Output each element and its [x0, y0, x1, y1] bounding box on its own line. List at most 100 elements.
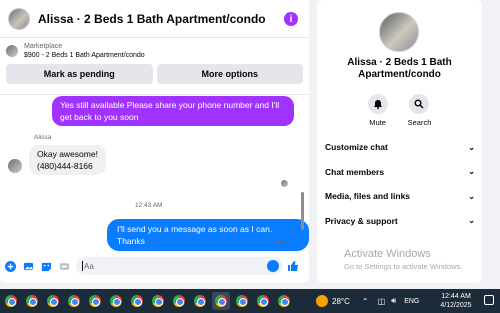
- add-icon[interactable]: [4, 260, 16, 272]
- quick-actions: Mute Search: [317, 94, 482, 127]
- chrome-icon: [89, 295, 101, 307]
- menu-item-label: Media, files and links: [325, 191, 411, 202]
- more-options-button[interactable]: More options: [156, 64, 303, 84]
- marketplace-label: Marketplace: [24, 43, 63, 50]
- mark-as-pending-button[interactable]: Mark as pending: [6, 64, 153, 84]
- chevron-up-icon[interactable]: ⌃: [362, 297, 369, 306]
- outgoing-message[interactable]: I'll send you a message as soon as I can…: [107, 219, 309, 251]
- seen-avatar: [281, 180, 288, 187]
- conversation-name: Alissa · 2 Beds 1 Bath Apartment/condo: [317, 57, 482, 81]
- taskbar-app-button[interactable]: [254, 292, 272, 310]
- message-list: Yes still available Please share your ph…: [0, 96, 309, 253]
- info-icon[interactable]: i: [284, 12, 298, 26]
- activate-windows-watermark: Activate Windows Go to Settings to activ…: [344, 248, 462, 271]
- clock-date: 4/12/2025: [440, 302, 472, 309]
- incoming-message[interactable]: Okay awesome! (480)444-8166: [29, 145, 106, 175]
- chat-panel: Alissa · 2 Beds 1 Bath Apartment/condo i…: [0, 0, 309, 283]
- taskbar-app-button[interactable]: [212, 292, 230, 310]
- chrome-icon: [26, 295, 38, 307]
- taskbar-app-button[interactable]: [86, 292, 104, 310]
- chrome-icon: [236, 295, 248, 307]
- chrome-icon: [5, 295, 17, 307]
- incoming-message-line: Okay awesome!: [37, 149, 98, 159]
- taskbar-app-button[interactable]: [233, 292, 251, 310]
- listing-thumbnail[interactable]: [6, 45, 18, 57]
- sender-avatar[interactable]: [8, 159, 22, 173]
- chrome-icon: [110, 295, 122, 307]
- chrome-icon: [68, 295, 80, 307]
- chrome-icon: [194, 295, 206, 307]
- menu-item-label: Privacy & support: [325, 215, 398, 226]
- search-icon: [409, 94, 430, 114]
- chat-header: Alissa · 2 Beds 1 Bath Apartment/condo: [0, 0, 309, 38]
- taskbar-app-button[interactable]: [65, 292, 83, 310]
- sticker-icon[interactable]: [40, 260, 52, 272]
- marketplace-banner: Marketplace $900 - 2 Beds 1 Bath Apartme…: [0, 38, 309, 95]
- emoji-icon[interactable]: [267, 260, 279, 272]
- incoming-message-line: (480)444-8166: [37, 161, 93, 171]
- watermark-title: Activate Windows: [344, 248, 431, 260]
- menu-item-label: Customize chat: [325, 142, 388, 153]
- chrome-icon: [47, 295, 59, 307]
- chrome-icon: [215, 295, 227, 307]
- menu-item-chat-members[interactable]: Chat members ⌄: [325, 160, 475, 185]
- clock[interactable]: 12:44 AM 4/12/2025: [434, 292, 478, 310]
- temperature[interactable]: 28°C: [332, 297, 350, 306]
- message-composer: Aa: [0, 254, 309, 278]
- menu-item-media-files-links[interactable]: Media, files and links ⌄: [325, 184, 475, 209]
- menu-item-privacy-support[interactable]: Privacy & support ⌄: [325, 209, 475, 234]
- chrome-icon: [257, 295, 269, 307]
- info-menu: Customize chat ⌄ Chat members ⌄ Media, f…: [325, 135, 475, 233]
- chevron-down-icon: ⌄: [468, 216, 475, 226]
- chevron-down-icon: ⌄: [468, 191, 475, 201]
- conversation-name-line: Apartment/condo: [358, 69, 441, 80]
- network-icon[interactable]: ◫: [378, 297, 386, 306]
- message-timestamp: 12:43 AM: [135, 202, 163, 209]
- chrome-icon: [131, 295, 143, 307]
- chevron-down-icon: ⌄: [468, 167, 475, 177]
- chrome-icon: [278, 295, 290, 307]
- clock-time: 12:44 AM: [441, 293, 471, 300]
- menu-item-label: Chat members: [325, 166, 385, 177]
- notification-icon[interactable]: [484, 295, 494, 305]
- chrome-icon: [173, 295, 185, 307]
- taskbar-app-button[interactable]: [107, 292, 125, 310]
- taskbar-app-button[interactable]: [44, 292, 62, 310]
- sender-name: Alissa: [34, 134, 52, 141]
- photo-icon[interactable]: [22, 260, 34, 272]
- taskbar-app-button[interactable]: [191, 292, 209, 310]
- chat-title[interactable]: Alissa · 2 Beds 1 Bath Apartment/condo: [38, 12, 266, 26]
- chrome-icon: [152, 295, 164, 307]
- taskbar-app-button[interactable]: [128, 292, 146, 310]
- search-label: Search: [407, 118, 432, 127]
- outgoing-message[interactable]: Yes still available Please share your ph…: [52, 96, 294, 126]
- speaker-icon[interactable]: 🔊︎: [391, 296, 396, 306]
- like-icon[interactable]: [287, 260, 299, 272]
- system-tray: 28°C ⌃ ◫ 🔊︎ ENG: [316, 289, 419, 313]
- conversation-name-line: Alissa · 2 Beds 1 Bath: [347, 57, 452, 68]
- bell-icon: [367, 94, 388, 114]
- message-status: Sent: [275, 239, 289, 246]
- text-caret: [82, 261, 83, 271]
- taskbar-app-button[interactable]: [275, 292, 293, 310]
- taskbar-app-button[interactable]: [170, 292, 188, 310]
- scrollbar-thumb[interactable]: [301, 192, 304, 230]
- menu-item-customize-chat[interactable]: Customize chat ⌄: [325, 135, 475, 160]
- avatar[interactable]: [8, 7, 30, 30]
- gif-icon[interactable]: [58, 260, 70, 272]
- search-button[interactable]: Search: [407, 94, 432, 127]
- profile-avatar[interactable]: [379, 12, 419, 52]
- weather-icon[interactable]: [316, 295, 328, 307]
- mute-label: Mute: [369, 118, 386, 127]
- listing-title[interactable]: $900 - 2 Beds 1 Bath Apartment/condo: [24, 51, 145, 60]
- taskbar-app-button[interactable]: [149, 292, 167, 310]
- mute-button[interactable]: Mute: [367, 94, 388, 127]
- message-input-placeholder: Aa: [84, 261, 94, 271]
- taskbar-app-button[interactable]: [2, 292, 20, 310]
- taskbar-apps: [2, 292, 296, 310]
- taskbar: 28°C ⌃ ◫ 🔊︎ ENG 12:44 AM 4/12/2025: [0, 289, 500, 313]
- conversation-info-panel: Alissa · 2 Beds 1 Bath Apartment/condo M…: [317, 0, 482, 283]
- taskbar-app-button[interactable]: [23, 292, 41, 310]
- language-indicator[interactable]: ENG: [404, 298, 419, 305]
- message-input[interactable]: Aa: [76, 257, 283, 275]
